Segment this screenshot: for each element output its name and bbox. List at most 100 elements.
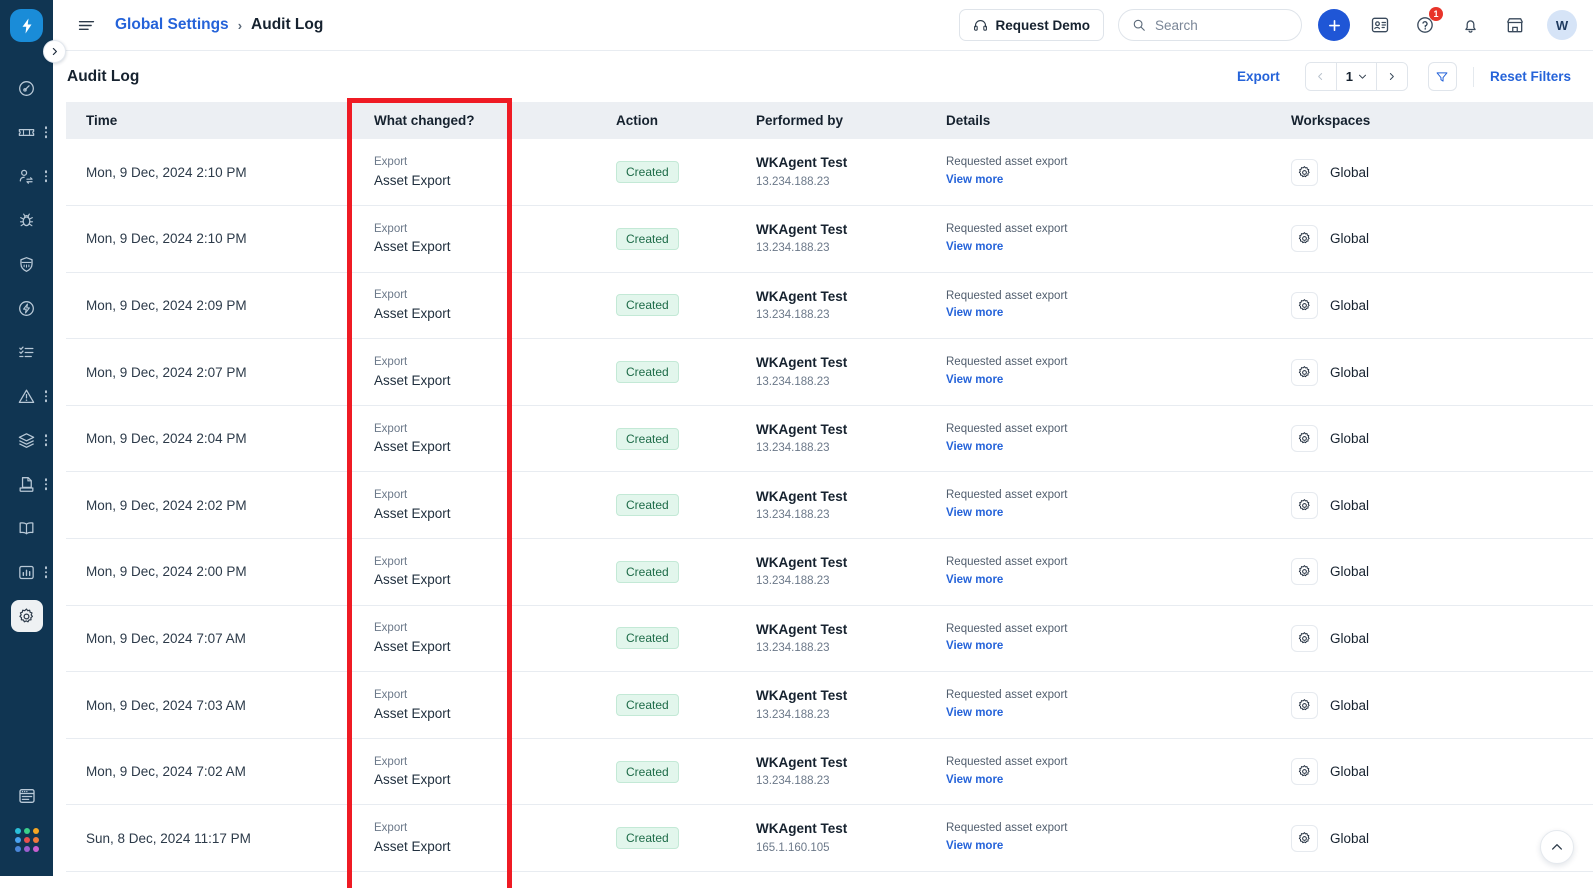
sidebar-item-menu-alerts[interactable] xyxy=(45,390,48,402)
performed-by-ip: 13.234.188.23 xyxy=(756,573,926,590)
sidebar-item-menu-contracts[interactable] xyxy=(45,478,48,490)
cell-details: Requested asset exportView more xyxy=(926,339,1271,406)
hamburger-menu-button[interactable] xyxy=(75,14,97,36)
cell-time: Mon, 9 Dec, 2024 2:04 PM xyxy=(66,405,354,472)
table-row[interactable]: Mon, 9 Dec, 2024 7:03 AMExportAsset Expo… xyxy=(66,672,1593,739)
pagination-next-button[interactable] xyxy=(1377,63,1407,90)
browser-window-icon xyxy=(11,780,43,812)
sidebar-item-tasks[interactable] xyxy=(0,330,53,374)
what-changed-name: Asset Export xyxy=(374,437,596,457)
chevron-right-icon xyxy=(1387,72,1396,81)
page-title: Audit Log xyxy=(67,68,139,86)
column-header-action[interactable]: Action xyxy=(596,102,736,139)
status-badge: Created xyxy=(616,294,679,316)
view-more-link[interactable]: View more xyxy=(946,505,1271,523)
gear-icon xyxy=(11,600,43,632)
view-more-link[interactable]: View more xyxy=(946,838,1271,856)
workspace-name: Global xyxy=(1330,431,1369,446)
scroll-to-top-button[interactable] xyxy=(1540,830,1574,864)
view-more-link[interactable]: View more xyxy=(946,638,1271,656)
sidebar-item-alerts[interactable] xyxy=(0,374,53,418)
details-text: Requested asset export xyxy=(946,621,1271,639)
pagination-current-page: 1 xyxy=(1346,69,1353,84)
table-row[interactable]: Mon, 9 Dec, 2024 2:02 PMExportAsset Expo… xyxy=(66,472,1593,539)
request-demo-button[interactable]: Request Demo xyxy=(959,9,1104,41)
sidebar-item-menu-analytics[interactable] xyxy=(45,566,48,578)
sidebar-item-user-management[interactable] xyxy=(0,154,53,198)
sidebar-collapse-toggle[interactable] xyxy=(43,40,66,63)
pagination-control: 1 xyxy=(1305,62,1408,91)
cell-details: Requested asset exportView more xyxy=(926,139,1271,206)
row-time: Mon, 9 Dec, 2024 7:02 AM xyxy=(86,764,246,779)
cell-details: Requested asset exportView more xyxy=(926,405,1271,472)
table-row[interactable]: Mon, 9 Dec, 2024 7:02 AMExportAsset Expo… xyxy=(66,738,1593,805)
pagination-page-select[interactable]: 1 xyxy=(1336,63,1377,90)
contacts-button[interactable] xyxy=(1365,10,1395,40)
table-row[interactable]: Sun, 8 Dec, 2024 11:17 PMExportAsset Exp… xyxy=(66,805,1593,872)
sidebar-item-menu-tickets[interactable] xyxy=(45,126,48,138)
table-row[interactable]: Mon, 9 Dec, 2024 2:10 PMExportAsset Expo… xyxy=(66,206,1593,273)
sidebar-item-security[interactable] xyxy=(0,242,53,286)
view-more-link[interactable]: View more xyxy=(946,172,1271,190)
table-row[interactable]: Mon, 9 Dec, 2024 2:09 PMExportAsset Expo… xyxy=(66,272,1593,339)
view-more-link[interactable]: View more xyxy=(946,439,1271,457)
filter-button[interactable] xyxy=(1428,62,1457,91)
add-new-button[interactable] xyxy=(1318,9,1350,41)
what-changed-type: Export xyxy=(374,820,596,837)
view-more-link[interactable]: View more xyxy=(946,305,1271,323)
sidebar-item-problems[interactable] xyxy=(0,198,53,242)
export-button[interactable]: Export xyxy=(1237,69,1280,84)
bar-chart-icon xyxy=(11,556,43,588)
cell-what-changed: ExportAsset Export xyxy=(354,672,596,739)
performed-by-name: WKAgent Test xyxy=(756,553,926,573)
sidebar-item-analytics[interactable] xyxy=(0,550,53,594)
sidebar-item-knowledge-base[interactable] xyxy=(0,506,53,550)
notifications-button[interactable] xyxy=(1455,10,1485,40)
column-header-what-changed[interactable]: What changed? xyxy=(354,102,596,139)
table-body: Mon, 9 Dec, 2024 2:10 PMExportAsset Expo… xyxy=(66,139,1593,872)
sidebar-item-assets[interactable] xyxy=(0,418,53,462)
table-row[interactable]: Mon, 9 Dec, 2024 7:07 AMExportAsset Expo… xyxy=(66,605,1593,672)
view-more-link[interactable]: View more xyxy=(946,705,1271,723)
user-avatar[interactable]: W xyxy=(1547,10,1577,40)
sidebar-item-settings[interactable] xyxy=(0,594,53,638)
view-more-link[interactable]: View more xyxy=(946,572,1271,590)
cell-details: Requested asset exportView more xyxy=(926,272,1271,339)
archive-document-icon xyxy=(11,468,43,500)
row-time: Mon, 9 Dec, 2024 2:04 PM xyxy=(86,431,247,446)
view-more-link[interactable]: View more xyxy=(946,372,1271,390)
table-row[interactable]: Mon, 9 Dec, 2024 2:07 PMExportAsset Expo… xyxy=(66,339,1593,406)
performed-by-name: WKAgent Test xyxy=(756,620,926,640)
column-header-time[interactable]: Time xyxy=(66,102,354,139)
sidebar-item-workspace-switcher[interactable] xyxy=(0,774,53,818)
sidebar-item-contracts[interactable] xyxy=(0,462,53,506)
lightning-circle-icon xyxy=(11,292,43,324)
sidebar-item-dashboard[interactable] xyxy=(0,66,53,110)
column-header-performed-by[interactable]: Performed by xyxy=(736,102,926,139)
sidebar-item-automation[interactable] xyxy=(0,286,53,330)
marketplace-button[interactable] xyxy=(1500,10,1530,40)
view-more-link[interactable]: View more xyxy=(946,772,1271,790)
cell-performed-by: WKAgent Test13.234.188.23 xyxy=(736,339,926,406)
view-more-link[interactable]: View more xyxy=(946,239,1271,257)
column-header-details[interactable]: Details xyxy=(926,102,1271,139)
table-row[interactable]: Mon, 9 Dec, 2024 2:00 PMExportAsset Expo… xyxy=(66,539,1593,606)
breadcrumb-parent-link[interactable]: Global Settings xyxy=(115,16,229,34)
pagination-prev-button[interactable] xyxy=(1306,63,1336,90)
help-button[interactable]: 1 xyxy=(1410,10,1440,40)
sidebar-item-apps-grid[interactable] xyxy=(0,818,53,862)
app-logo[interactable] xyxy=(10,9,43,42)
performed-by-ip: 13.234.188.23 xyxy=(756,174,926,191)
reset-filters-button[interactable]: Reset Filters xyxy=(1490,69,1571,84)
sidebar-item-menu-user-management[interactable] xyxy=(45,170,48,182)
column-header-workspaces[interactable]: Workspaces xyxy=(1271,102,1593,139)
table-row[interactable]: Mon, 9 Dec, 2024 2:10 PMExportAsset Expo… xyxy=(66,139,1593,206)
sidebar-item-tickets[interactable] xyxy=(0,110,53,154)
search-input[interactable]: Search xyxy=(1118,9,1302,41)
cell-workspaces: Global xyxy=(1271,672,1593,739)
breadcrumb: Global Settings › Audit Log xyxy=(115,16,323,34)
table-row[interactable]: Mon, 9 Dec, 2024 2:04 PMExportAsset Expo… xyxy=(66,405,1593,472)
cell-workspaces: Global xyxy=(1271,139,1593,206)
dashboard-gauge-icon xyxy=(11,72,43,104)
sidebar-item-menu-assets[interactable] xyxy=(45,434,48,446)
